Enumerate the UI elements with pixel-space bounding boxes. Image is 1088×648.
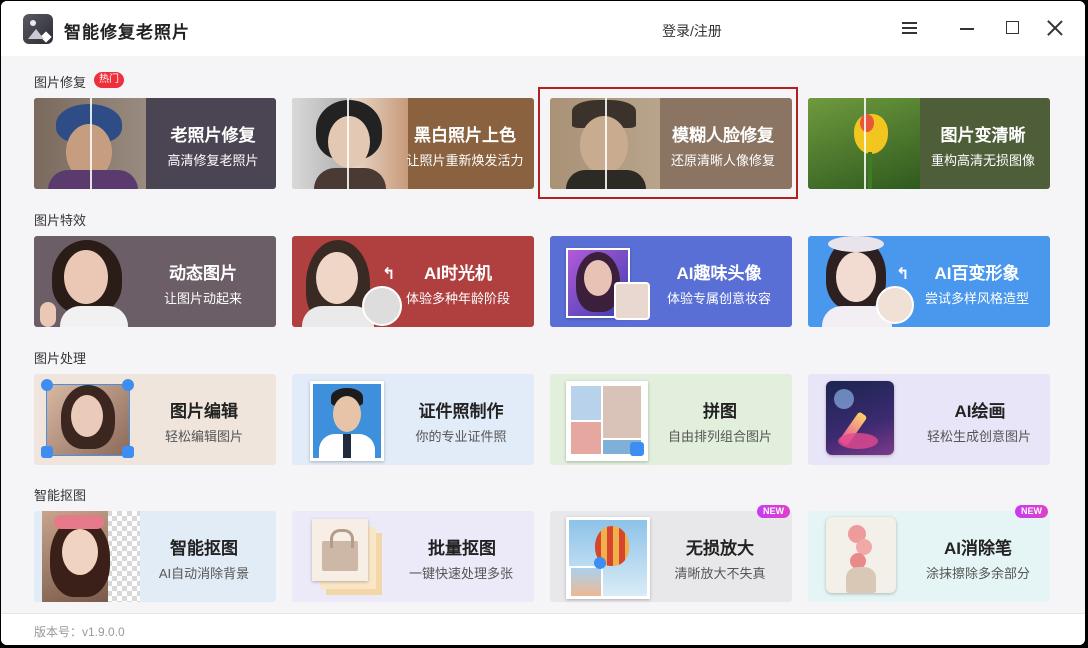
drop-handle-icon [122, 379, 134, 391]
card-subtitle: 一键快速处理多张 [408, 566, 513, 581]
cutout-portrait-photo [42, 511, 140, 602]
app-logo-icon [23, 14, 53, 44]
card-title: AI趣味头像 [676, 264, 762, 283]
new-badge: NEW [1015, 505, 1048, 518]
card-subtitle: 清晰放大不失真 [674, 566, 766, 581]
app-title: 智能修复老照片 [64, 23, 190, 42]
maximize-button[interactable] [1002, 17, 1024, 39]
flower-vase-photo [826, 517, 896, 593]
costume-photo: ↰ [808, 236, 920, 327]
card-transform[interactable]: ↰ AI百变形象 尝试多样风格造型 [808, 236, 1050, 327]
card-time-machine[interactable]: ↰ AI时光机 体验多种年龄阶段 [292, 236, 534, 327]
card-animate[interactable]: 动态图片 让图片动起来 [34, 236, 276, 327]
card-collage[interactable]: 拼图 自由排列组合图片 [550, 374, 792, 465]
new-badge: NEW [757, 505, 790, 518]
bag-photo [312, 519, 368, 581]
card-title: 动态图片 [169, 264, 237, 283]
card-title: 批量抠图 [428, 539, 496, 558]
card-title: 图片变清晰 [940, 126, 1026, 145]
app-window: 智能修复老照片 登录/注册 图片修复 热门 老照片修复 高清修复老照片 黑白照片… [1, 1, 1085, 645]
card-batch-cutout[interactable]: 批量抠图 一键快速处理多张 [292, 511, 534, 602]
zoom-icon [594, 557, 606, 569]
card-title: 黑白照片上色 [414, 126, 516, 145]
card-title: 无损放大 [686, 539, 754, 558]
original-avatar [876, 286, 914, 324]
section-title-process: 图片处理 [34, 351, 87, 366]
card-title: 智能抠图 [170, 539, 238, 558]
title-bar: 智能修复老照片 登录/注册 [1, 1, 1085, 56]
card-title: 图片编辑 [170, 402, 238, 421]
status-bar: 版本号：v1.9.0.0 [1, 613, 1085, 645]
rotate-handle-icon [41, 379, 53, 391]
card-title: 证件照制作 [418, 402, 504, 421]
woman-photo [34, 236, 144, 327]
card-subtitle: 轻松生成创意图片 [926, 429, 1031, 444]
avatar-photo [550, 236, 662, 327]
selection-highlight [538, 87, 798, 199]
id-portrait-photo [310, 381, 384, 461]
card-title: 拼图 [703, 402, 737, 421]
ai-art-photo [826, 381, 894, 455]
card-subtitle: 让图片动起来 [163, 291, 242, 306]
card-image-edit[interactable]: 图片编辑 轻松编辑图片 [34, 374, 276, 465]
close-button[interactable] [1044, 17, 1066, 39]
version-label: 版本号：v1.9.0.0 [34, 625, 125, 639]
hot-badge: 热门 [94, 72, 124, 88]
card-fun-avatar[interactable]: AI趣味头像 体验专属创意妆容 [550, 236, 792, 327]
card-subtitle: 涂抹擦除多余部分 [925, 566, 1030, 581]
corner-handle-icon [122, 446, 134, 458]
card-title: AI绘画 [954, 402, 1006, 421]
card-subtitle: 体验多种年龄阶段 [405, 291, 510, 306]
card-colorize[interactable]: 黑白照片上色 让照片重新焕发活力 [292, 98, 534, 189]
edit-photo [46, 384, 130, 456]
card-title: AI百变形象 [934, 264, 1020, 283]
card-subtitle: 重构高清无损图像 [930, 153, 1035, 168]
woman-photo: ↰ [292, 236, 404, 327]
card-subtitle: 体验专属创意妆容 [666, 291, 771, 306]
card-subtitle: 让照片重新焕发活力 [406, 153, 524, 168]
card-sharpen[interactable]: 图片变清晰 重构高清无损图像 [808, 98, 1050, 189]
section-title-effects: 图片特效 [34, 213, 87, 228]
menu-icon[interactable] [899, 17, 921, 39]
card-smart-cutout[interactable]: 智能抠图 AI自动消除背景 [34, 511, 276, 602]
original-avatar [614, 282, 650, 320]
card-subtitle: 你的专业证件照 [415, 429, 507, 444]
card-subtitle: 高清修复老照片 [167, 153, 259, 168]
minimize-button[interactable] [957, 17, 979, 39]
card-subtitle: AI自动消除背景 [158, 566, 250, 581]
card-title: AI消除笔 [944, 539, 1012, 558]
card-title: AI时光机 [424, 264, 492, 283]
card-title: 老照片修复 [170, 126, 256, 145]
balloon-photo [566, 517, 650, 599]
card-subtitle: 自由排列组合图片 [667, 429, 772, 444]
card-old-photo-repair[interactable]: 老照片修复 高清修复老照片 [34, 98, 276, 189]
corner-handle-icon [41, 446, 53, 458]
card-ai-eraser[interactable]: NEW AI消除笔 涂抹擦除多余部分 [808, 505, 1050, 602]
card-subtitle: 尝试多样风格造型 [924, 291, 1029, 306]
card-upscale[interactable]: NEW 无损放大 清晰放大不失真 [550, 505, 792, 602]
card-subtitle: 轻松编辑图片 [164, 429, 243, 444]
card-id-photo[interactable]: 证件照制作 你的专业证件照 [292, 374, 534, 465]
login-register-link[interactable]: 登录/注册 [662, 21, 722, 41]
section-title-repair: 图片修复 [34, 75, 87, 90]
section-title-cutout: 智能抠图 [34, 488, 87, 503]
card-ai-paint[interactable]: AI绘画 轻松生成创意图片 [808, 374, 1050, 465]
grid-icon [630, 442, 644, 456]
portrait-photo [292, 98, 408, 189]
